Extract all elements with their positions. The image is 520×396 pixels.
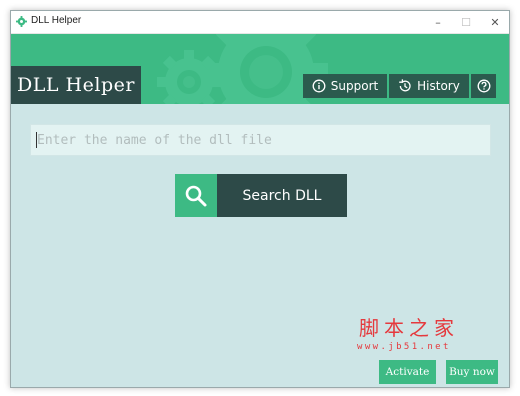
dll-search-input[interactable] xyxy=(30,124,491,156)
title-bar[interactable]: DLL Helper – ☐ ✕ xyxy=(11,11,509,34)
history-button[interactable]: History xyxy=(389,74,469,98)
maximize-button[interactable]: ☐ xyxy=(451,11,481,33)
app-window: DLL Helper – ☐ ✕ DLL Helper Support Hist… xyxy=(10,10,510,388)
brand-logo: DLL Helper xyxy=(11,66,141,104)
watermark-url: www.jb51.net xyxy=(357,342,451,352)
help-icon xyxy=(477,79,490,93)
support-button[interactable]: Support xyxy=(303,74,387,98)
watermark-brand: 脚本之家 xyxy=(359,316,459,340)
minimize-button[interactable]: – xyxy=(423,11,453,33)
brand-title: DLL Helper xyxy=(17,74,135,96)
activate-button[interactable]: Activate xyxy=(379,360,436,384)
history-label: History xyxy=(417,79,460,93)
text-caret xyxy=(36,132,37,148)
support-label: Support xyxy=(330,79,379,93)
search-button-icon-area xyxy=(175,174,217,217)
close-button[interactable]: ✕ xyxy=(480,11,509,33)
search-icon xyxy=(185,185,207,206)
info-icon xyxy=(312,79,326,93)
window-title: DLL Helper xyxy=(31,15,82,26)
search-dll-label: Search DLL xyxy=(217,174,347,217)
buy-now-button[interactable]: Buy now xyxy=(446,360,498,384)
watermark: 脚本之家 www.jb51.net xyxy=(357,312,481,358)
header-banner: DLL Helper Support History xyxy=(11,34,509,104)
search-dll-button[interactable]: Search DLL xyxy=(175,174,347,217)
app-gear-icon xyxy=(16,16,27,27)
history-icon xyxy=(399,79,411,92)
help-button[interactable] xyxy=(471,74,496,98)
